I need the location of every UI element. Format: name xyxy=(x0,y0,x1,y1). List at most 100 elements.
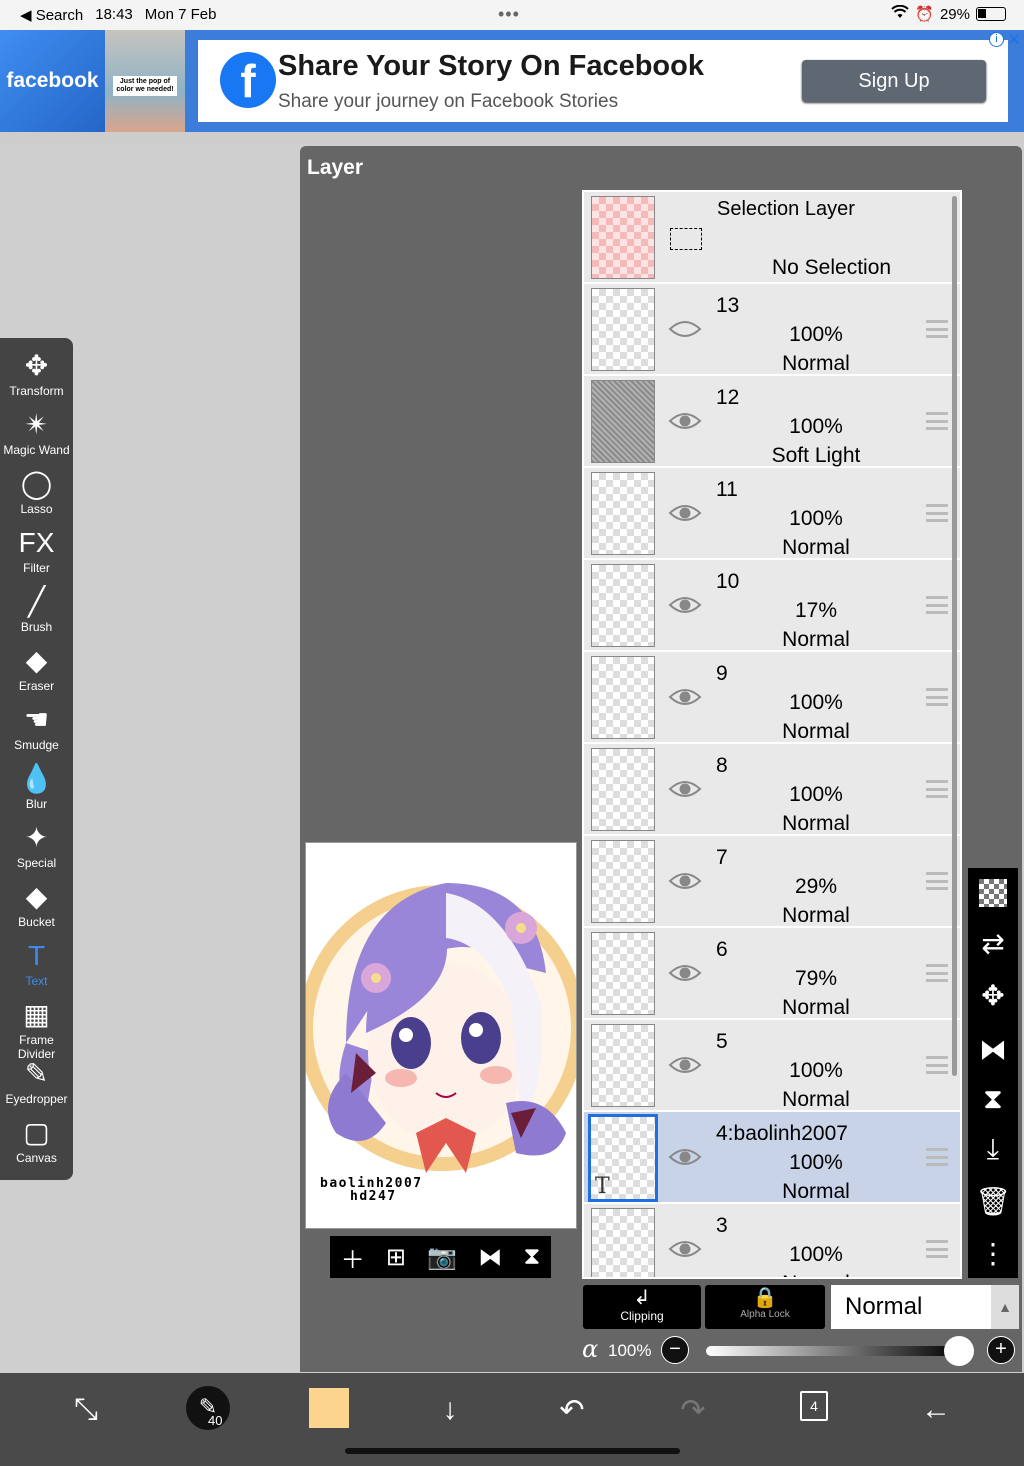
back-arrow-icon[interactable]: ← xyxy=(906,1387,966,1433)
tool-bucket[interactable]: ◆ Bucket xyxy=(0,877,73,936)
layer-row[interactable]: 10 17% Normal xyxy=(584,560,960,652)
layer-swap-icon[interactable]: ⇄ xyxy=(968,918,1018,968)
camera-icon[interactable]: 📷 xyxy=(427,1243,457,1272)
tool-label: Transform xyxy=(9,384,64,398)
drag-handle-icon[interactable] xyxy=(926,412,948,430)
visibility-eye-icon[interactable] xyxy=(668,1146,702,1168)
blend-mode-select[interactable]: Normal xyxy=(831,1285,991,1329)
undo-icon[interactable]: ↶ xyxy=(542,1387,602,1433)
visibility-eye-icon[interactable] xyxy=(668,962,702,984)
selection-rect-icon xyxy=(670,228,702,250)
tool-canvas[interactable]: ▢ Canvas xyxy=(0,1113,73,1172)
alpha-lock-button[interactable]: 🔒 Alpha Lock xyxy=(705,1285,825,1329)
delete-layer-icon[interactable]: 🗑 xyxy=(968,1176,1018,1226)
merge-down-icon[interactable]: ⤓ xyxy=(968,1124,1018,1174)
blend-mode-arrow-icon[interactable]: ▲ xyxy=(991,1285,1019,1329)
visibility-eye-icon[interactable] xyxy=(668,410,702,432)
drag-handle-icon[interactable] xyxy=(926,1056,948,1074)
more-options-icon[interactable]: ⋮ xyxy=(968,1228,1018,1278)
layer-opacity: 79% xyxy=(794,967,838,990)
visibility-eye-icon[interactable] xyxy=(668,502,702,524)
opacity-slider[interactable] xyxy=(706,1346,962,1356)
visibility-eye-icon[interactable] xyxy=(668,870,702,892)
flip-horizontal-icon[interactable]: ⧓ xyxy=(478,1243,502,1272)
tool-special[interactable]: ✦ Special xyxy=(0,818,73,877)
canvas-preview[interactable]: baolinh2007 hd247 xyxy=(305,842,577,1229)
opacity-increase-button[interactable]: + xyxy=(987,1336,1015,1364)
layer-row[interactable]: 12 100% Soft Light xyxy=(584,376,960,468)
drag-handle-icon[interactable] xyxy=(926,504,948,522)
visibility-eye-icon[interactable] xyxy=(668,318,702,340)
tool-eyedropper[interactable]: ✎ Eyedropper xyxy=(0,1054,73,1113)
ad-card[interactable]: f Share Your Story On Facebook Share you… xyxy=(198,40,1008,122)
multitask-dots[interactable]: ••• xyxy=(498,4,520,25)
back-to-search[interactable]: ◀ Search xyxy=(20,6,83,24)
tool-lasso[interactable]: ◯ Lasso xyxy=(0,464,73,523)
visibility-eye-icon[interactable] xyxy=(668,1054,702,1076)
clipping-button[interactable]: ↲ Clipping xyxy=(583,1285,701,1329)
quick-menu-icon[interactable]: ⤡ xyxy=(56,1387,116,1433)
layer-row[interactable]: 7 29% Normal xyxy=(584,836,960,928)
tool-frame-divider[interactable]: ▦ Frame Divider xyxy=(0,995,73,1061)
tool-eraser[interactable]: ◆ Eraser xyxy=(0,641,73,700)
ad-signup-button[interactable]: Sign Up xyxy=(802,60,986,102)
layer-thumbnail xyxy=(591,840,655,923)
flip-vertical-icon[interactable]: ⧗ xyxy=(523,1243,540,1271)
layer-row[interactable]: 8 100% Normal xyxy=(584,744,960,836)
drag-handle-icon[interactable] xyxy=(926,872,948,890)
drag-handle-icon[interactable] xyxy=(926,320,948,338)
opacity-slider-handle[interactable] xyxy=(944,1336,974,1366)
canvas-icon: ▢ xyxy=(23,1117,50,1148)
visibility-eye-icon[interactable] xyxy=(668,778,702,800)
layer-opacity: 100% xyxy=(789,415,843,438)
alpha-lock-label: Alpha Lock xyxy=(740,1309,790,1320)
layer-blend-mode: Normal xyxy=(782,536,850,559)
transparent-bg-icon[interactable] xyxy=(968,868,1018,918)
tool-magic-wand[interactable]: ✴ Magic Wand xyxy=(0,405,73,464)
battery-icon xyxy=(976,7,1006,21)
tool-filter[interactable]: FX Filter xyxy=(0,523,73,582)
ad-photo: Just the pop of color we needed! xyxy=(105,30,185,132)
drag-handle-icon[interactable] xyxy=(926,688,948,706)
drag-handle-icon[interactable] xyxy=(926,596,948,614)
add-layer-icon[interactable]: ＋ xyxy=(341,1240,365,1275)
visibility-eye-icon[interactable] xyxy=(668,1238,702,1260)
layer-row[interactable]: 9 100% Normal xyxy=(584,652,960,744)
layer-list[interactable]: Selection Layer No Selection 13 100% Norma… xyxy=(582,190,962,1279)
layer-list-scrollbar[interactable] xyxy=(952,196,957,1076)
add-layer-copy-icon[interactable]: ⊞ xyxy=(386,1243,406,1272)
layers-button[interactable]: 4 xyxy=(800,1391,828,1421)
ad-info-icon[interactable]: i xyxy=(989,32,1004,47)
tool-text[interactable]: T Text xyxy=(0,936,73,995)
drag-handle-icon[interactable] xyxy=(926,780,948,798)
drag-handle-icon[interactable] xyxy=(926,1240,948,1258)
selection-layer-row[interactable]: Selection Layer No Selection xyxy=(584,192,960,284)
ad-banner[interactable]: facebook Just the pop of color we needed… xyxy=(0,30,1024,132)
drag-handle-icon[interactable] xyxy=(926,1148,948,1166)
layer-row[interactable]: 6 79% Normal xyxy=(584,928,960,1020)
tool-smudge[interactable]: ☚ Smudge xyxy=(0,700,73,759)
layer-row[interactable]: 5 100% Normal xyxy=(584,1020,960,1112)
layer-row[interactable]: 3 100% Normal xyxy=(584,1204,960,1277)
visibility-eye-icon[interactable] xyxy=(668,594,702,616)
layer-row[interactable]: 13 100% Normal xyxy=(584,284,960,376)
brush-size-button[interactable]: ✎ 40 xyxy=(186,1386,230,1430)
frame-divider-icon: ▦ xyxy=(23,999,50,1030)
flip-layer-vertical-icon[interactable]: ⧗ xyxy=(968,1074,1018,1124)
alarm-icon: ⏰ xyxy=(915,6,934,23)
drag-handle-icon[interactable] xyxy=(926,964,948,982)
flip-layer-horizontal-icon[interactable]: ⧓ xyxy=(968,1024,1018,1074)
visibility-eye-icon[interactable] xyxy=(668,686,702,708)
tool-transform[interactable]: ✥ Transform xyxy=(0,346,73,405)
tool-brush[interactable]: ╱ Brush xyxy=(0,582,73,641)
opacity-decrease-button[interactable]: − xyxy=(661,1336,689,1364)
move-icon[interactable]: ✥ xyxy=(968,970,1018,1020)
color-swatch[interactable] xyxy=(309,1388,349,1428)
redo-icon[interactable]: ↷ xyxy=(663,1387,723,1433)
layer-name: 8 xyxy=(716,754,728,777)
layer-row[interactable]: T 4:baolinh2007 100% Normal xyxy=(584,1112,960,1204)
ad-close-icon[interactable]: ✕ xyxy=(1008,30,1021,50)
tool-blur[interactable]: 💧 Blur xyxy=(0,759,73,818)
download-arrow-icon[interactable]: ↓ xyxy=(420,1387,480,1433)
layer-row[interactable]: 11 100% Normal xyxy=(584,468,960,560)
